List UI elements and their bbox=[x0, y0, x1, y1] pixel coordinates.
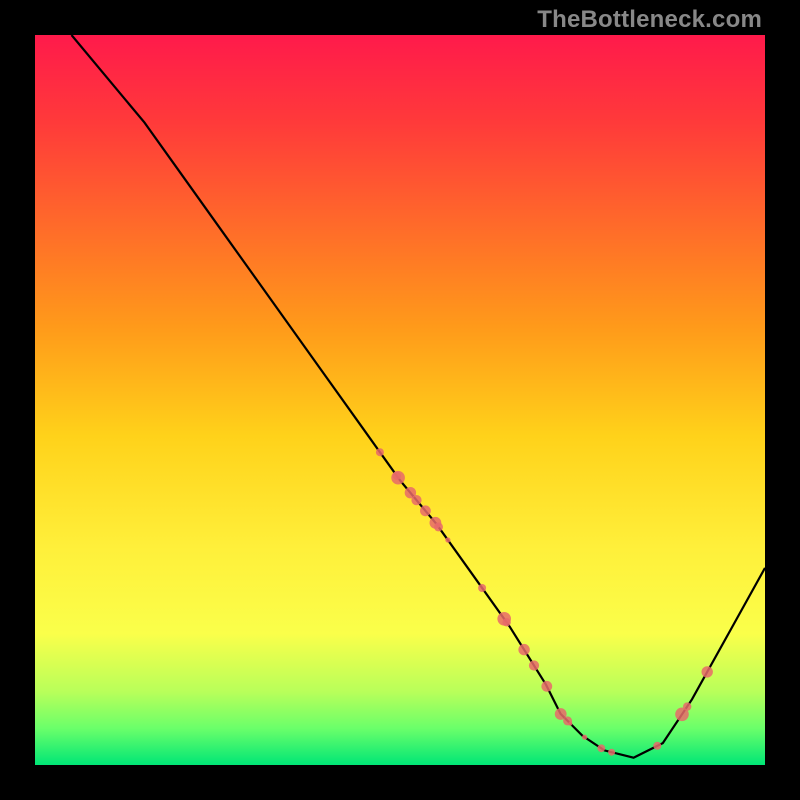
data-marker bbox=[376, 448, 384, 456]
data-marker bbox=[502, 618, 510, 626]
data-marker bbox=[653, 742, 661, 750]
curve-line bbox=[72, 35, 766, 758]
data-marker bbox=[393, 472, 401, 480]
chart-frame: TheBottleneck.com bbox=[0, 0, 800, 800]
data-marker bbox=[541, 681, 552, 692]
data-marker bbox=[608, 749, 615, 756]
data-marker bbox=[702, 666, 713, 677]
curve-svg bbox=[35, 35, 765, 765]
data-marker bbox=[518, 644, 529, 655]
data-marker bbox=[420, 505, 431, 516]
data-marker bbox=[436, 524, 440, 528]
data-marker bbox=[568, 722, 572, 726]
data-marker bbox=[683, 702, 691, 710]
watermark-text: TheBottleneck.com bbox=[537, 6, 762, 34]
data-marker bbox=[411, 495, 421, 505]
data-marker bbox=[582, 735, 587, 740]
data-marker bbox=[529, 660, 539, 670]
curve-markers bbox=[376, 448, 713, 756]
data-marker bbox=[478, 584, 486, 592]
plot-area bbox=[35, 35, 765, 765]
data-marker bbox=[445, 537, 450, 542]
data-marker bbox=[597, 744, 605, 752]
